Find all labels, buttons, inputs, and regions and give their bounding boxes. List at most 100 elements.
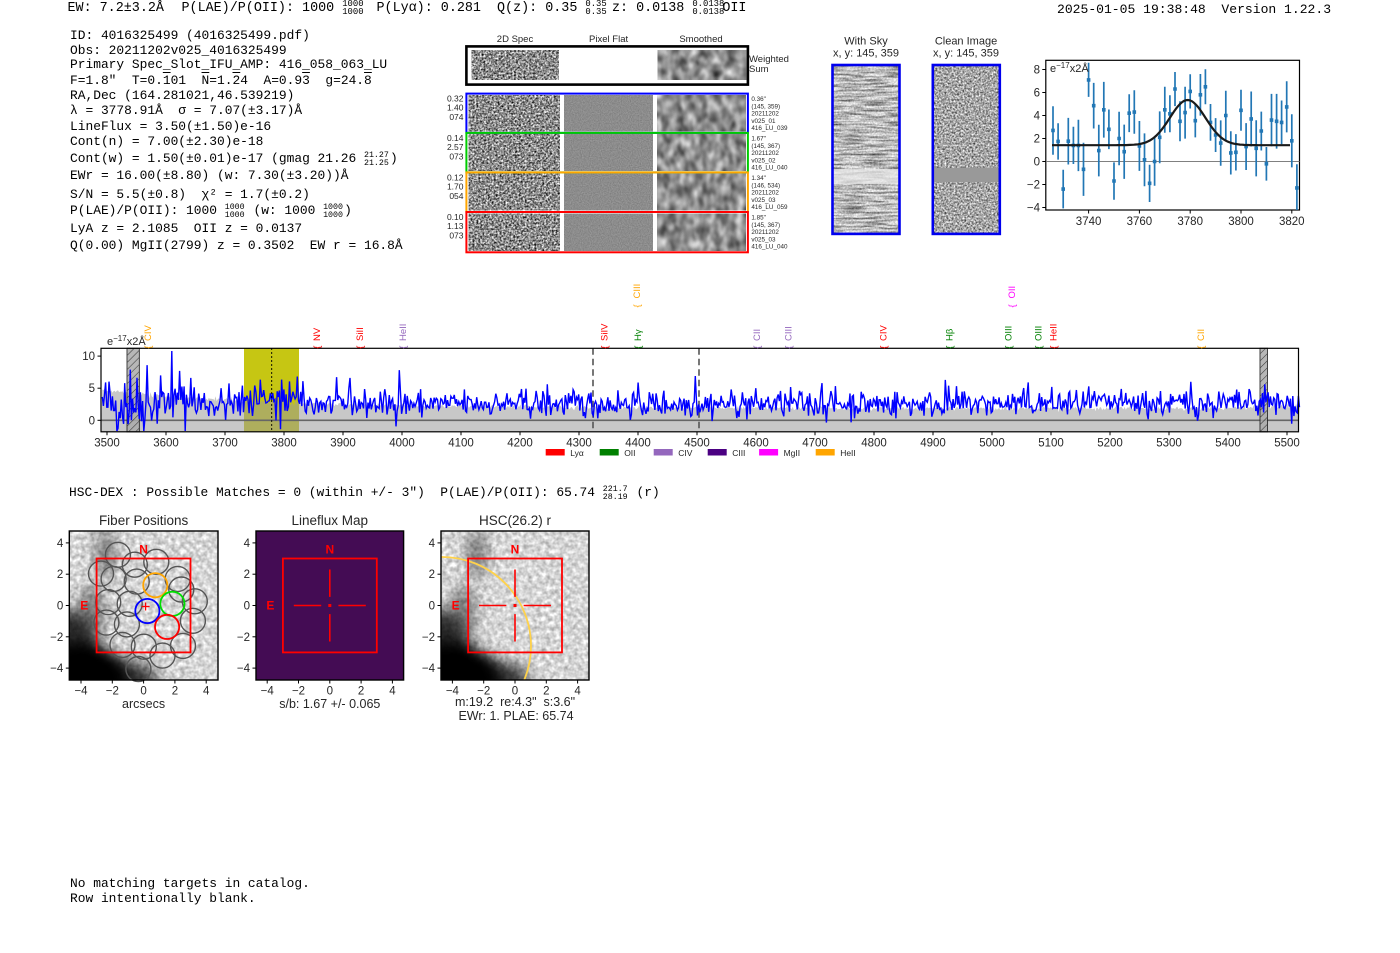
svg-text:0: 0 <box>244 601 250 613</box>
svg-text:4000: 4000 <box>389 437 415 449</box>
svg-text:20211202: 20211202 <box>751 190 779 197</box>
svg-text:OIII: OIII <box>1004 326 1015 341</box>
svg-text:CII: CII <box>1196 329 1207 341</box>
svg-text:20211202: 20211202 <box>751 111 779 118</box>
svg-text:HeII: HeII <box>1049 324 1060 341</box>
svg-text:3600: 3600 <box>153 437 179 449</box>
svg-text:CIII: CIII <box>732 448 745 458</box>
svg-text:Smoothed: Smoothed <box>679 34 722 45</box>
svg-text:{: { <box>143 346 154 349</box>
svg-text:1.34": 1.34" <box>751 175 766 182</box>
svg-text:4: 4 <box>244 538 251 550</box>
svg-text:OIII: OIII <box>1034 326 1045 341</box>
svg-text:6: 6 <box>1034 88 1040 100</box>
svg-text:2: 2 <box>1034 134 1040 146</box>
svg-text:3740: 3740 <box>1076 216 1102 228</box>
svg-text:HeII: HeII <box>840 448 856 458</box>
svg-text:(145, 359): (145, 359) <box>751 103 780 110</box>
svg-text:3700: 3700 <box>212 437 238 449</box>
svg-text:{: { <box>784 346 795 349</box>
svg-text:4100: 4100 <box>448 437 474 449</box>
svg-text:4700: 4700 <box>802 437 828 449</box>
svg-text:0: 0 <box>57 601 63 613</box>
svg-text:3800: 3800 <box>1228 216 1254 228</box>
svg-text:CIV: CIV <box>143 325 154 342</box>
svg-text:CIII: CIII <box>632 284 643 299</box>
svg-text:{: { <box>1196 346 1207 349</box>
svg-text:Lyα: Lyα <box>570 448 584 458</box>
svg-text:CIII: CIII <box>784 326 795 341</box>
svg-text:{: { <box>600 346 611 349</box>
svg-text:−2: −2 <box>1027 180 1040 192</box>
svg-text:N: N <box>139 543 148 557</box>
svg-text:v025_03: v025_03 <box>751 197 776 204</box>
svg-text:3780: 3780 <box>1177 216 1203 228</box>
svg-text:Fiber Positions: Fiber Positions <box>99 513 189 528</box>
svg-text:arcsecs: arcsecs <box>122 697 165 711</box>
svg-text:−2: −2 <box>237 632 250 644</box>
svg-text:416_LU_040: 416_LU_040 <box>751 244 788 251</box>
svg-text:0.36": 0.36" <box>751 96 766 103</box>
svg-text:5: 5 <box>89 383 95 395</box>
svg-text:Hγ: Hγ <box>633 329 644 341</box>
svg-text:e−17x2Å: e−17x2Å <box>107 334 146 348</box>
svg-text:0: 0 <box>140 686 146 698</box>
svg-text:2: 2 <box>244 569 250 581</box>
svg-text:SiIV: SiIV <box>600 323 611 341</box>
svg-text:Lineflux Map: Lineflux Map <box>292 513 369 528</box>
svg-text:3800: 3800 <box>271 437 297 449</box>
svg-text:s/b: 1.67 +/- 0.065: s/b: 1.67 +/- 0.065 <box>279 697 380 711</box>
svg-text:2D Spec: 2D Spec <box>497 34 534 45</box>
svg-text:8: 8 <box>1034 65 1040 77</box>
svg-text:0: 0 <box>89 415 95 427</box>
svg-text:e−17x2Å: e−17x2Å <box>1050 61 1089 75</box>
svg-text:416_LU_059: 416_LU_059 <box>751 204 788 211</box>
svg-text:3820: 3820 <box>1279 216 1305 228</box>
svg-text:5400: 5400 <box>1215 437 1241 449</box>
svg-text:NV: NV <box>312 327 323 341</box>
svg-text:0: 0 <box>429 601 435 613</box>
svg-text:3900: 3900 <box>330 437 356 449</box>
svg-text:−4: −4 <box>237 663 251 675</box>
svg-text:−4: −4 <box>50 663 64 675</box>
svg-text:5200: 5200 <box>1097 437 1123 449</box>
svg-text:Hβ: Hβ <box>945 328 956 341</box>
svg-text:CII: CII <box>752 329 763 341</box>
svg-text:MgII: MgII <box>784 448 801 458</box>
svg-text:{: { <box>945 346 956 349</box>
svg-text:SiII: SiII <box>355 327 366 341</box>
svg-text:4: 4 <box>429 538 436 550</box>
svg-text:4900: 4900 <box>920 437 946 449</box>
svg-text:−2: −2 <box>50 632 63 644</box>
svg-text:5500: 5500 <box>1274 437 1300 449</box>
svg-text:x, y: 145, 359: x, y: 145, 359 <box>933 48 999 60</box>
svg-text:{: { <box>312 346 323 349</box>
svg-text:With Sky: With Sky <box>844 36 888 48</box>
svg-text:073: 073 <box>449 152 463 162</box>
svg-text:(145, 367): (145, 367) <box>751 222 780 229</box>
svg-text:E: E <box>266 599 274 613</box>
svg-text:4: 4 <box>57 538 64 550</box>
svg-text:N: N <box>511 543 520 557</box>
svg-text:{: { <box>879 346 890 349</box>
svg-text:{: { <box>1034 346 1045 349</box>
svg-text:−2: −2 <box>422 632 435 644</box>
svg-text:4: 4 <box>574 686 581 698</box>
svg-text:4200: 4200 <box>507 437 533 449</box>
svg-text:{: { <box>633 346 644 349</box>
svg-text:(146, 534): (146, 534) <box>751 182 780 189</box>
svg-text:4: 4 <box>1034 111 1041 123</box>
svg-text:20211202: 20211202 <box>751 150 779 157</box>
svg-text:5000: 5000 <box>979 437 1005 449</box>
svg-text:−4: −4 <box>261 686 275 698</box>
svg-text:CIV: CIV <box>678 448 693 458</box>
svg-text:(145, 367): (145, 367) <box>751 143 780 150</box>
svg-text:20211202: 20211202 <box>751 229 779 236</box>
svg-text:m:19.2 re:4.3" s:3.6": m:19.2 re:4.3" s:3.6" <box>455 695 575 709</box>
svg-text:Pixel Flat: Pixel Flat <box>589 34 628 45</box>
svg-text:4: 4 <box>203 686 210 698</box>
svg-text:E: E <box>452 599 460 613</box>
svg-text:HeII: HeII <box>398 324 409 341</box>
svg-text:−4: −4 <box>1027 203 1041 215</box>
svg-text:CIV: CIV <box>879 325 890 342</box>
